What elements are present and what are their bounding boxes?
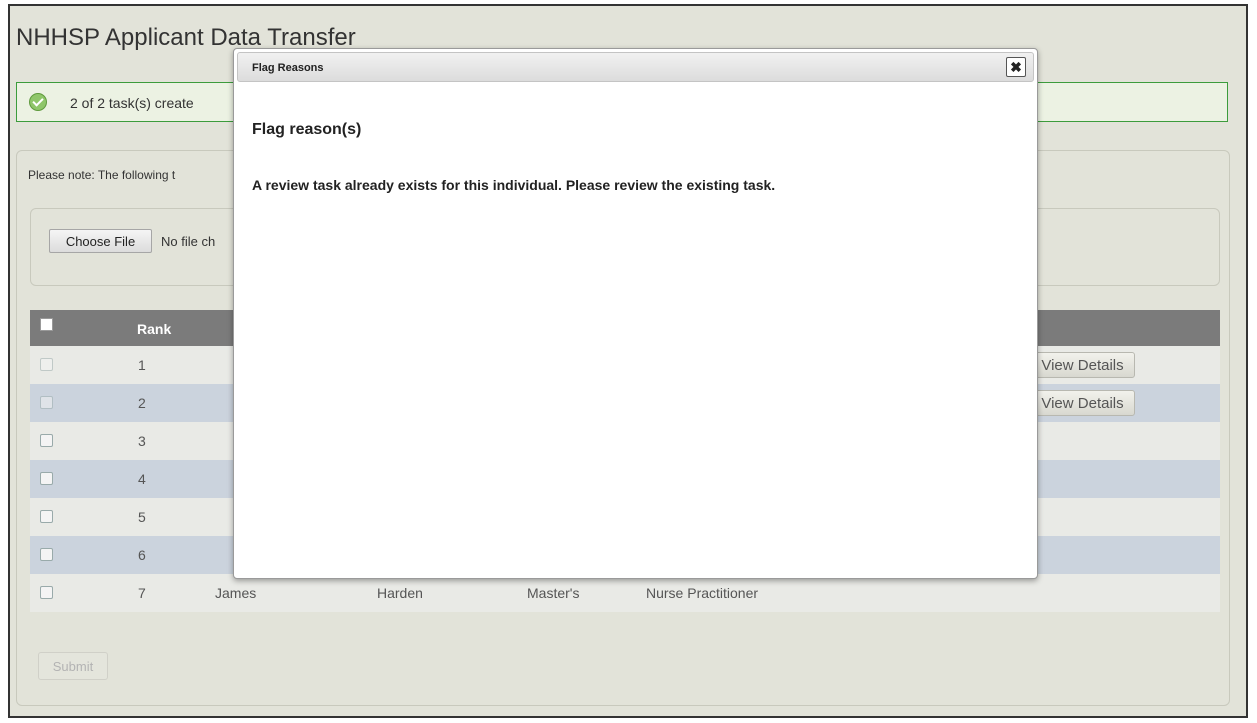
note-text: Please note: The following t bbox=[28, 168, 176, 182]
row-checkbox[interactable] bbox=[40, 510, 53, 523]
file-status-text: No file ch bbox=[161, 234, 216, 249]
choose-file-button[interactable]: Choose File bbox=[49, 229, 152, 253]
row-checkbox[interactable] bbox=[40, 586, 53, 599]
rank-cell: 2 bbox=[138, 395, 146, 411]
alert-message: 2 of 2 task(s) create bbox=[70, 95, 194, 111]
column-header-rank: Rank bbox=[137, 321, 172, 337]
dialog-message: A review task already exists for this in… bbox=[252, 177, 776, 193]
close-button[interactable]: ✖ bbox=[1006, 57, 1026, 77]
table-row: 7 James Harden Master's Nurse Practition… bbox=[30, 574, 1220, 612]
profession-cell: Nurse Practitioner bbox=[646, 585, 759, 601]
rank-cell: 7 bbox=[138, 585, 146, 601]
row-checkbox bbox=[40, 396, 53, 409]
check-circle-icon bbox=[29, 93, 47, 111]
row-checkbox bbox=[40, 358, 53, 371]
select-all-checkbox[interactable] bbox=[40, 318, 53, 331]
close-icon: ✖ bbox=[1010, 59, 1022, 75]
flag-reasons-dialog: Flag Reasons ✖ Flag reason(s) A review t… bbox=[233, 48, 1038, 579]
rank-cell: 3 bbox=[138, 433, 146, 449]
rank-cell: 6 bbox=[138, 547, 146, 563]
submit-button: Submit bbox=[38, 652, 108, 680]
row-checkbox[interactable] bbox=[40, 548, 53, 561]
last-name-cell: Harden bbox=[377, 585, 423, 601]
dialog-header: Flag Reasons ✖ bbox=[237, 52, 1034, 82]
dialog-heading: Flag reason(s) bbox=[252, 121, 362, 138]
view-details-button[interactable]: View Details bbox=[1030, 352, 1135, 378]
row-checkbox[interactable] bbox=[40, 472, 53, 485]
rank-cell: 5 bbox=[138, 509, 146, 525]
dialog-title: Flag Reasons bbox=[252, 62, 324, 74]
degree-cell: Master's bbox=[527, 585, 580, 601]
rank-cell: 1 bbox=[138, 357, 146, 373]
row-checkbox[interactable] bbox=[40, 434, 53, 447]
rank-cell: 4 bbox=[138, 471, 146, 487]
first-name-cell: James bbox=[215, 585, 257, 601]
view-details-button[interactable]: View Details bbox=[1030, 390, 1135, 416]
